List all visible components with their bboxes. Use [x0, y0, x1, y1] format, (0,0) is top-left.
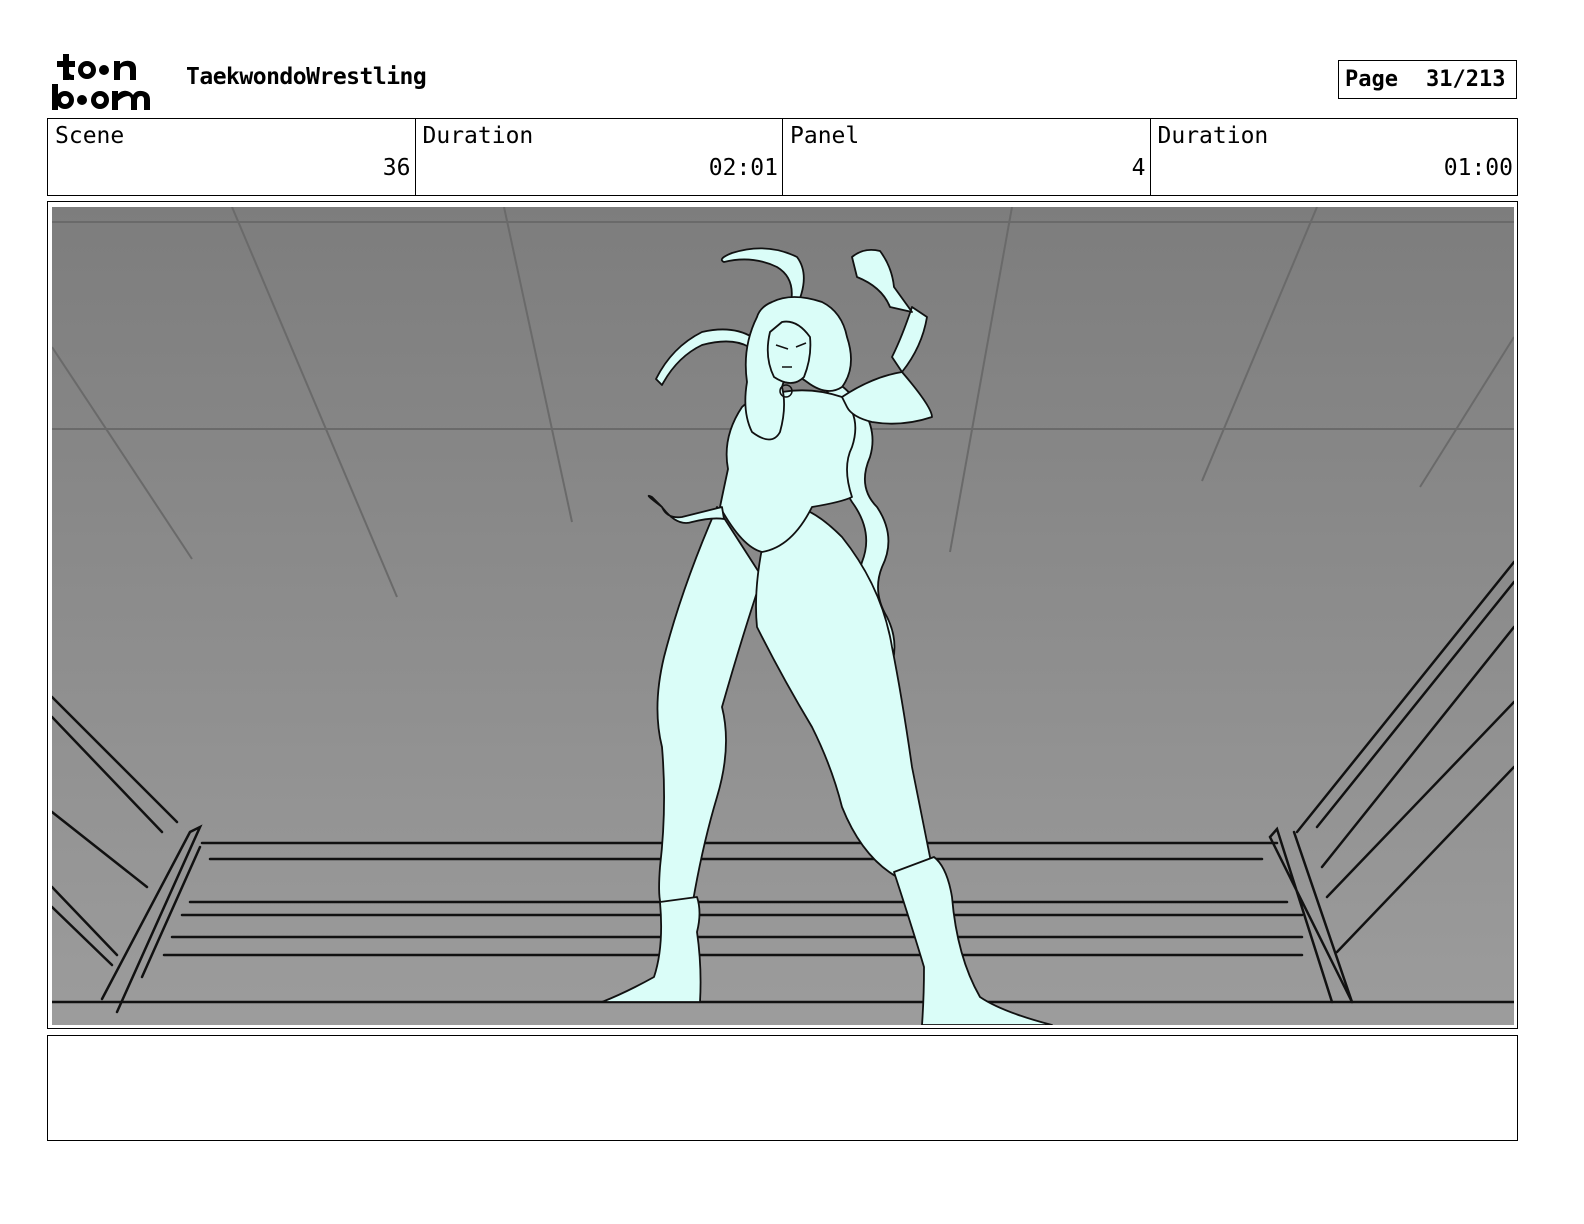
toon-boom-logo — [50, 52, 165, 112]
scene-label: Scene — [55, 123, 125, 149]
panel-duration-cell: Duration 01:00 — [1151, 119, 1518, 195]
scene-info-bar: Scene 36 Duration 02:01 Panel 4 Duration… — [47, 118, 1518, 196]
project-title: TaekwondoWrestling — [186, 64, 427, 90]
scene-number: 36 — [382, 155, 411, 181]
panel-label: Panel — [790, 123, 860, 149]
panel-notes-box — [47, 1035, 1518, 1141]
page-number: 31/213 — [1425, 67, 1506, 92]
panel-cell: Panel 4 — [783, 119, 1151, 195]
scene-duration-label: Duration — [422, 123, 534, 149]
scene-duration-cell: Duration 02:01 — [416, 119, 783, 195]
scene-cell: Scene 36 — [48, 119, 416, 195]
storyboard-panel-image — [52, 207, 1514, 1025]
panel-number: 4 — [1131, 155, 1146, 181]
page-indicator: Page 31/213 — [1338, 60, 1517, 99]
page-label: Page — [1345, 67, 1398, 92]
scene-duration-value: 02:01 — [708, 155, 778, 181]
storyboard-panel-frame — [47, 201, 1518, 1029]
panel-duration-value: 01:00 — [1443, 155, 1513, 181]
panel-duration-label: Duration — [1157, 123, 1269, 149]
